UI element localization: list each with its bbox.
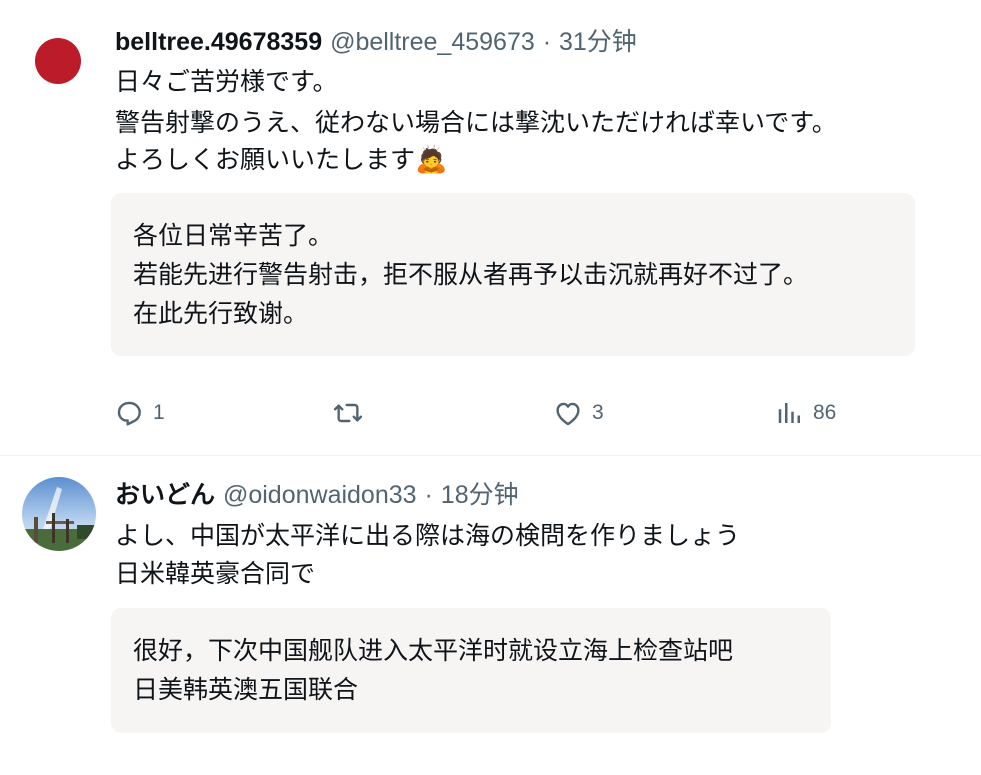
post-1[interactable]: belltree.49678359 @belltree_459673 · 31分… [0,0,981,455]
like-count: 3 [592,401,604,424]
repost-icon [333,403,363,423]
sky-photo-avatar-icon [22,477,96,551]
bowing-person-emoji-icon: 🙇 [415,145,448,175]
separator-dot: · [542,28,552,56]
post-header: belltree.49678359 @belltree_459673 · 31分… [115,27,637,57]
post-time[interactable]: 18分钟 [441,481,519,509]
post-text-line-2: 日米韓英豪合同で [115,559,316,588]
views-button[interactable]: 86 [775,397,836,429]
translation-line-1: 很好，下次中国舰队进入太平洋时就设立海上检查站吧 [133,636,734,665]
translation-line-2: 若能先进行警告射击，拒不服从者再予以击沉就再好不过了。 [133,260,809,289]
post-time[interactable]: 31分钟 [559,28,637,56]
translation-line-3: 在此先行致谢。 [133,299,309,328]
views-bar-chart-icon [778,403,800,423]
heart-icon [556,402,580,426]
red-circle-avatar-icon [35,38,81,84]
like-button[interactable]: 3 [552,397,604,429]
post-text-line-3: よろしくお願いいたします🙇 [115,143,447,177]
post-text-line-1: 日々ご苦労様です。 [115,67,338,96]
post-header: おいどん @oidonwaidon33 · 18分钟 [115,480,519,510]
reply-icon [117,401,141,426]
post-text-line-1: よし、中国が太平洋に出る際は海の検問を作りましょう [115,521,741,550]
user-handle[interactable]: @belltree_459673 [330,28,535,56]
reply-count: 1 [153,401,165,424]
separator-dot: · [424,481,433,509]
translation-box: 各位日常辛苦了。 若能先进行警告射击，拒不服从者再予以击沉就再好不过了。 在此先… [111,193,915,356]
user-handle[interactable]: @oidonwaidon33 [223,481,417,509]
post-text-line-2: 警告射撃のうえ、従わない場合には撃沈いただければ幸いです。 [115,108,837,137]
avatar[interactable] [22,25,94,97]
display-name[interactable]: おいどん [115,480,215,509]
translation-box: 很好，下次中国舰队进入太平洋时就设立海上检查站吧 日美韩英澳五国联合 [111,608,831,733]
translation-line-1: 各位日常辛苦了。 [133,221,334,250]
translation-line-2: 日美韩英澳五国联合 [133,675,359,704]
view-count: 86 [813,401,837,424]
repost-button[interactable] [331,397,365,429]
reply-button[interactable]: 1 [113,397,165,429]
display-name[interactable]: belltree.49678359 [115,28,322,56]
post-2[interactable]: おいどん @oidonwaidon33 · 18分钟 よし、中国が太平洋に出る際… [0,456,981,775]
post-text-line-3-label: よろしくお願いいたします [115,145,416,174]
avatar[interactable] [22,477,96,551]
